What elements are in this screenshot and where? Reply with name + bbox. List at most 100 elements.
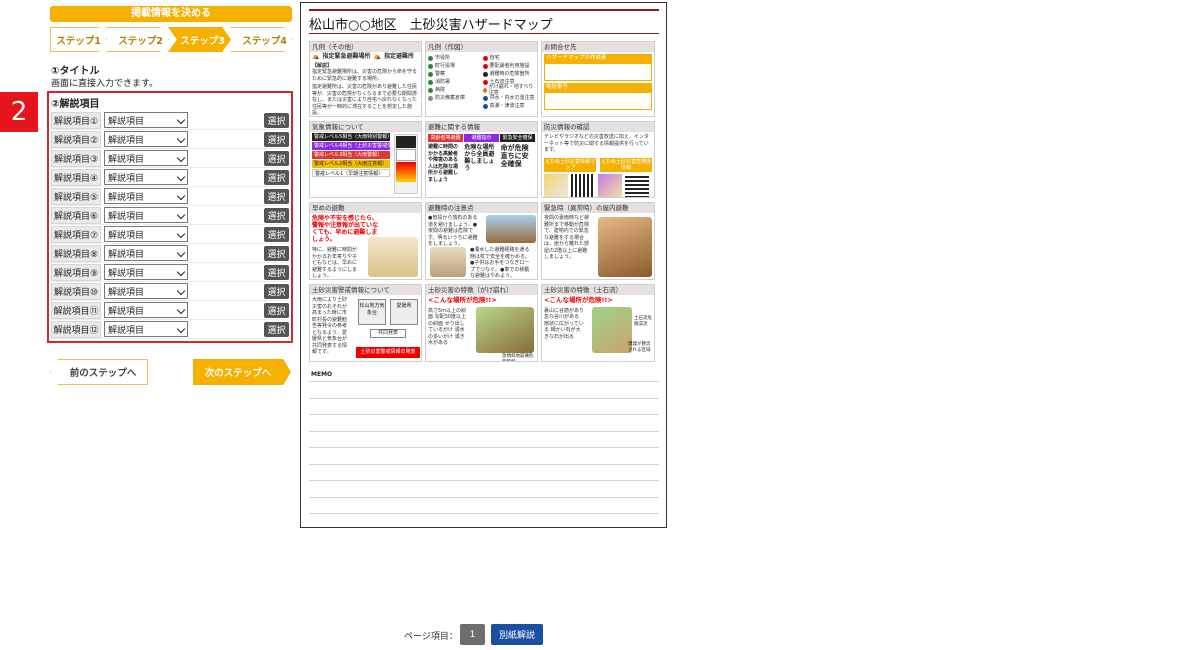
select-button[interactable]: 選択 xyxy=(264,226,289,242)
legend-marker-icon xyxy=(482,71,488,77)
explanation-item-select[interactable]: 解説項目 xyxy=(104,264,188,280)
contact-panel: お問合せ先 ハザードマップの作成者 電話番号 xyxy=(541,41,655,117)
explanation-item-label: 解説項目⑦ xyxy=(51,225,101,243)
debris-flow-panel: 土砂災害の特徴（土石流） <こんな場所が危険!!> 裏山に谷筋があり急な谷川があ… xyxy=(541,284,655,362)
evac-box-safety: 命が危険直ちに安全確保 xyxy=(500,144,529,168)
contact-maker-field[interactable] xyxy=(544,63,652,81)
page-number-button[interactable]: 1 xyxy=(460,624,485,645)
explanation-item-select[interactable]: 解説項目 xyxy=(104,169,188,185)
evacuation-info-panel: 避難に関する情報 高齢者等避難 避難指示 緊急安全確保 避難に時間のかかる高齢者… xyxy=(425,121,538,198)
chevron-down-icon xyxy=(176,229,186,239)
select-button[interactable]: 選択 xyxy=(264,188,289,204)
select-button[interactable]: 選択 xyxy=(264,169,289,185)
explanation-item-row: 解説項目⑫ 解説項目 選択 xyxy=(51,320,289,339)
select-button[interactable]: 選択 xyxy=(264,207,289,223)
legend-item-label: 自宅 xyxy=(489,54,500,61)
shelter-icon: ⛺ xyxy=(312,53,320,60)
legend-item-label: 病院 xyxy=(435,86,446,93)
ehime-risk-link[interactable]: えひめ土砂災害危険度情報 xyxy=(600,157,652,172)
cliff-feature-panel: 土砂災害の特徴（がけ崩れ） <こんな場所が危険!!> 高さ5m以上の斜面 勾配3… xyxy=(425,284,538,362)
explanation-item-select[interactable]: 解説項目 xyxy=(104,150,188,166)
legend-marker-icon xyxy=(428,55,433,61)
title-section-note: 画面に直接入力できます。 xyxy=(51,79,159,89)
chevron-down-icon xyxy=(176,286,186,296)
memo-rule xyxy=(309,414,659,415)
title-top-rule xyxy=(309,9,659,11)
debris-label-2: 爆発が懸念される区域 xyxy=(628,342,651,353)
alert-level-item: 警戒レベル2相当（大雨注意報） xyxy=(312,160,390,168)
explanation-item-select[interactable]: 解説項目 xyxy=(104,188,188,204)
explanation-item-select[interactable]: 解説項目 xyxy=(104,302,188,318)
legend-item: 高潮・津波注意 xyxy=(482,102,536,110)
panel-heading: 防災情報の確認 xyxy=(542,122,654,132)
select-value: 解説項目 xyxy=(108,211,145,222)
step-2[interactable]: ステップ2 xyxy=(106,27,169,52)
disaster-info-panel: 防災情報の確認 テレビやラジオなどの災害放送に加え、インターネット等で防災に関す… xyxy=(541,121,655,198)
explanation-item-row: 解説項目⑨ 解説項目 選択 xyxy=(51,263,289,282)
select-button[interactable]: 選択 xyxy=(264,150,289,166)
legend-made-panel: 凡例（作図） 市役所 自宅 町行役場 要配慮者利用施設 警察 避難時の危険箇所 消防署 土石流… xyxy=(425,41,538,117)
select-value: 解説項目 xyxy=(108,230,145,241)
title-section-heading: ①タイトル xyxy=(51,66,100,77)
chevron-down-icon xyxy=(176,267,186,277)
explanation-item-row: 解説項目⑧ 解説項目 選択 xyxy=(51,244,289,263)
explanation-item-select[interactable]: 解説項目 xyxy=(104,112,188,128)
debris-danger-text: 裏山に谷筋があり急な谷川がある 扇状に広がっている 細かい石が大きな石が出る xyxy=(544,307,585,340)
select-button[interactable]: 選択 xyxy=(264,112,289,128)
legend-note-text1: 指定緊急避難場所は、災害の危険から命を守るために緊急的に避難する場所。 xyxy=(312,69,418,82)
explanation-item-label: 解説項目⑨ xyxy=(51,263,101,281)
select-button[interactable]: 選択 xyxy=(264,264,289,280)
legend-item-label: 市役所 xyxy=(435,54,451,61)
legend-marker-icon xyxy=(428,79,433,85)
family-illustration xyxy=(368,237,418,277)
map-title[interactable]: 松山市○○地区 土砂災害ハザードマップ xyxy=(309,14,553,33)
ehime-map-link[interactable]: えひめ土砂災害情報マップ xyxy=(544,157,596,172)
panel-heading: 気象情報について xyxy=(310,122,421,132)
select-button[interactable]: 選択 xyxy=(264,283,289,299)
select-value: 解説項目 xyxy=(108,135,145,146)
evac-tab-order: 避難指示 xyxy=(464,134,499,142)
explanation-item-select[interactable]: 解説項目 xyxy=(104,131,188,147)
contact-phone-label: 電話番号 xyxy=(544,83,652,92)
chevron-down-icon xyxy=(176,305,186,315)
legend-marker-icon xyxy=(482,79,488,85)
legend-emergency-site: 指定緊急避難場所 xyxy=(322,53,371,60)
legend-item: 市役所 xyxy=(428,54,481,62)
explanation-item-label: 解説項目④ xyxy=(51,168,101,186)
step-3[interactable]: ステップ3 xyxy=(168,27,231,52)
emergency-shelter-panel: 緊急時（異常時）の屋内避難 夜間の豪雨時など避難所まで移動が危険で、建物内での緊… xyxy=(541,202,655,280)
step-banner: 掲載情報を決める xyxy=(50,6,292,22)
explanation-item-select[interactable]: 解説項目 xyxy=(104,283,188,299)
select-button[interactable]: 選択 xyxy=(264,245,289,261)
step-1[interactable]: ステップ1 xyxy=(50,27,107,52)
early-note: 特に、避難に時間がかかるお年寄りや子どもなどは、早めに避難するようにしましょう。 xyxy=(312,247,358,279)
prev-step-button[interactable]: 前のステップへ xyxy=(50,359,148,385)
explanation-item-select[interactable]: 解説項目 xyxy=(104,207,188,223)
contact-phone-field[interactable] xyxy=(544,92,652,110)
select-button[interactable]: 選択 xyxy=(264,321,289,337)
debris-danger-title: <こんな場所が危険!!> xyxy=(544,296,613,304)
legend-item-label: 避難時の危険箇所 xyxy=(489,70,530,77)
alert-level-item: 警戒レベル4相当（土砂災害警戒情報） xyxy=(312,142,390,150)
shelter-icon: ⛺ xyxy=(373,53,381,60)
legend-item: 避難時の危険箇所 xyxy=(482,70,536,78)
alert-level-item: 警戒レベル1（早期注意情報） xyxy=(312,169,390,177)
explanation-item-row: 解説項目④ 解説項目 選択 xyxy=(51,168,289,187)
walkers-illustration xyxy=(430,247,466,277)
chevron-down-icon xyxy=(176,134,186,144)
select-button[interactable]: 選択 xyxy=(264,131,289,147)
panel-heading: 土砂災害警戒情報について xyxy=(310,285,421,295)
separate-explanation-button[interactable]: 別紙解説 xyxy=(491,624,543,645)
legend-other-panel: 凡例（その他） ⛺ 指定緊急避難場所 ⛺ 指定避難所 【解説】 指定緊急避難場所… xyxy=(309,41,422,117)
legend-item-label: 高潮・津波注意 xyxy=(489,102,525,109)
explanation-item-label: 解説項目② xyxy=(51,130,101,148)
explanation-item-select[interactable]: 解説項目 xyxy=(104,245,188,261)
explanation-item-select[interactable]: 解説項目 xyxy=(104,226,188,242)
next-step-button[interactable]: 次のステップへ xyxy=(193,359,291,385)
explanation-item-label: 解説項目⑤ xyxy=(51,187,101,205)
step-4[interactable]: ステップ4 xyxy=(230,27,293,52)
title-bottom-rule xyxy=(309,33,659,34)
select-button[interactable]: 選択 xyxy=(264,302,289,318)
explanation-item-select[interactable]: 解説項目 xyxy=(104,321,188,337)
memo-rule xyxy=(309,397,659,399)
